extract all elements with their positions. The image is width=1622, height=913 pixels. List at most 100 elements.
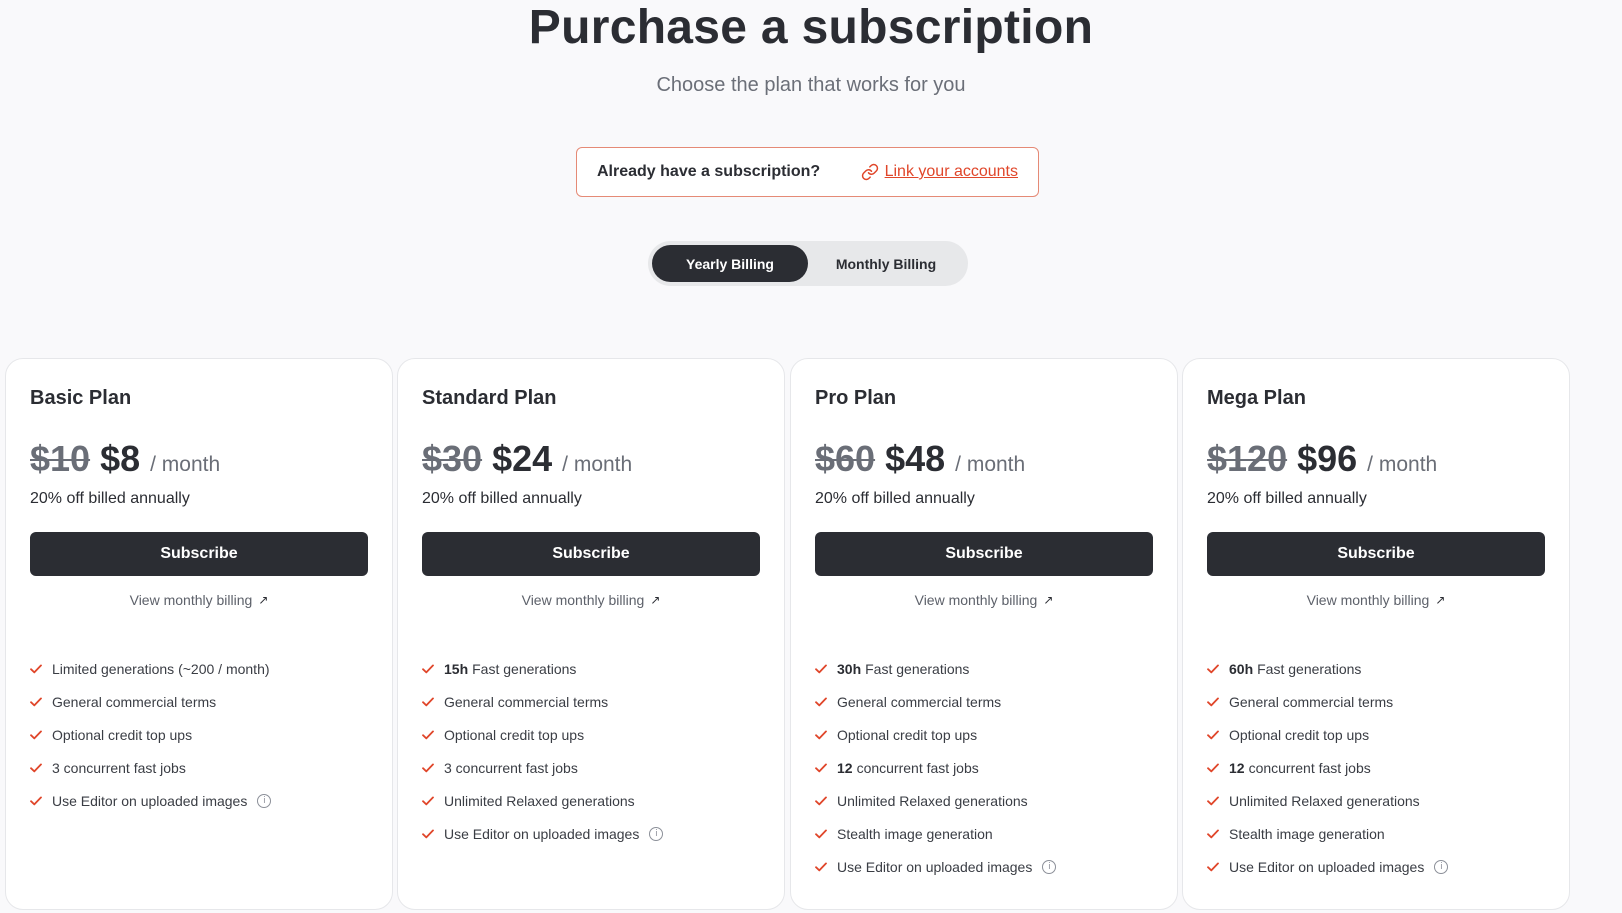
feature-highlight: 15h: [444, 660, 469, 677]
view-monthly-billing-link[interactable]: View monthly billing ↗: [30, 592, 368, 608]
check-icon: [30, 664, 42, 673]
feature-item: General commercial terms: [1207, 685, 1545, 718]
link-accounts-banner: Already have a subscription? Link your a…: [576, 147, 1039, 197]
feature-text: Use Editor on uploaded images: [52, 792, 248, 809]
view-monthly-billing-label: View monthly billing: [521, 592, 645, 608]
feature-item: 12 concurrent fast jobs: [815, 751, 1153, 784]
feature-item: General commercial terms: [30, 685, 368, 718]
feature-text: Use Editor on uploaded images: [837, 858, 1033, 875]
feature-highlight: 60h: [1229, 660, 1254, 677]
feature-item: 3 concurrent fast jobs: [30, 751, 368, 784]
monthly-billing-tab[interactable]: Monthly Billing: [808, 245, 964, 282]
check-icon: [1207, 862, 1219, 871]
yearly-billing-tab[interactable]: Yearly Billing: [652, 245, 808, 282]
check-icon: [1207, 664, 1219, 673]
check-icon: [422, 796, 434, 805]
view-monthly-billing-link[interactable]: View monthly billing ↗: [1207, 592, 1545, 608]
link-icon: [861, 163, 878, 181]
discounted-price: $48: [885, 438, 946, 479]
check-icon: [30, 730, 42, 739]
feature-list: 15h Fast generations General commercial …: [422, 652, 760, 850]
feature-text: 3 concurrent fast jobs: [444, 759, 578, 776]
feature-item: Unlimited Relaxed generations: [815, 784, 1153, 817]
info-icon[interactable]: i: [1434, 859, 1449, 874]
feature-list: Limited generations (~200 / month) Gener…: [30, 652, 368, 817]
original-price: $30: [422, 438, 483, 479]
plan-name: Mega Plan: [1207, 387, 1306, 409]
feature-text: concurrent fast jobs: [856, 759, 979, 776]
feature-item: Unlimited Relaxed generations: [1207, 784, 1545, 817]
page-subtitle: Choose the plan that works for you: [656, 74, 966, 96]
feature-text: 3 concurrent fast jobs: [52, 759, 186, 776]
standard-plan-card: Standard Plan $30 $24 / month 20% off bi…: [397, 358, 785, 910]
subscribe-button[interactable]: Subscribe: [1207, 532, 1545, 576]
arrow-up-right-icon: ↗: [258, 593, 269, 607]
feature-text: Fast generations: [472, 660, 577, 677]
feature-text: Unlimited Relaxed generations: [444, 792, 635, 809]
feature-list: 30h Fast generations General commercial …: [815, 652, 1153, 883]
original-price: $10: [30, 438, 91, 479]
feature-text: Optional credit top ups: [1229, 726, 1370, 743]
feature-item: Use Editor on uploaded images i: [1207, 850, 1545, 883]
feature-text: General commercial terms: [837, 693, 1002, 710]
discount-note: 20% off billed annually: [422, 490, 582, 507]
subscribe-button[interactable]: Subscribe: [422, 532, 760, 576]
check-icon: [815, 796, 827, 805]
feature-item: 60h Fast generations: [1207, 652, 1545, 685]
discount-note: 20% off billed annually: [815, 490, 975, 507]
feature-text: Use Editor on uploaded images: [444, 825, 640, 842]
check-icon: [30, 763, 42, 772]
original-price: $60: [815, 438, 876, 479]
info-icon[interactable]: i: [1042, 859, 1057, 874]
feature-text: Unlimited Relaxed generations: [1229, 792, 1420, 809]
pro-plan-card: Pro Plan $60 $48 / month 20% off billed …: [790, 358, 1178, 910]
arrow-up-right-icon: ↗: [1435, 593, 1446, 607]
price-period: / month: [955, 453, 1026, 476]
check-icon: [1207, 763, 1219, 772]
basic-plan-card: Basic Plan $10 $8 / month 20% off billed…: [5, 358, 393, 910]
check-icon: [815, 829, 827, 838]
view-monthly-billing-label: View monthly billing: [129, 592, 253, 608]
view-monthly-billing-link[interactable]: View monthly billing ↗: [815, 592, 1153, 608]
feature-text: Fast generations: [1257, 660, 1362, 677]
check-icon: [815, 664, 827, 673]
check-icon: [30, 796, 42, 805]
check-icon: [1207, 730, 1219, 739]
arrow-up-right-icon: ↗: [650, 593, 661, 607]
feature-item: Use Editor on uploaded images i: [30, 784, 368, 817]
feature-item: Optional credit top ups: [30, 718, 368, 751]
feature-item: Use Editor on uploaded images i: [815, 850, 1153, 883]
price-period: / month: [562, 453, 633, 476]
feature-highlight: 12: [1229, 759, 1245, 776]
view-monthly-billing-link[interactable]: View monthly billing ↗: [422, 592, 760, 608]
link-accounts-link[interactable]: Link your accounts: [861, 163, 1018, 181]
check-icon: [1207, 697, 1219, 706]
link-accounts-label: Link your accounts: [884, 163, 1018, 180]
feature-item: 15h Fast generations: [422, 652, 760, 685]
feature-item: Limited generations (~200 / month): [30, 652, 368, 685]
info-icon[interactable]: i: [649, 826, 664, 841]
check-icon: [815, 730, 827, 739]
check-icon: [422, 829, 434, 838]
info-icon[interactable]: i: [257, 793, 272, 808]
feature-text: Unlimited Relaxed generations: [837, 792, 1028, 809]
feature-text: Use Editor on uploaded images: [1229, 858, 1425, 875]
feature-highlight: 30h: [837, 660, 862, 677]
feature-text: Optional credit top ups: [837, 726, 978, 743]
price-row: $120 $96 / month: [1207, 438, 1545, 480]
subscribe-button[interactable]: Subscribe: [815, 532, 1153, 576]
check-icon: [815, 763, 827, 772]
view-monthly-billing-label: View monthly billing: [1306, 592, 1430, 608]
subscribe-button[interactable]: Subscribe: [30, 532, 368, 576]
feature-item: 3 concurrent fast jobs: [422, 751, 760, 784]
feature-item: Optional credit top ups: [815, 718, 1153, 751]
feature-item: Unlimited Relaxed generations: [422, 784, 760, 817]
price-row: $30 $24 / month: [422, 438, 760, 480]
feature-item: Stealth image generation: [815, 817, 1153, 850]
feature-item: 12 concurrent fast jobs: [1207, 751, 1545, 784]
arrow-up-right-icon: ↗: [1043, 593, 1054, 607]
check-icon: [1207, 796, 1219, 805]
check-icon: [30, 697, 42, 706]
original-price: $120: [1207, 438, 1288, 479]
feature-text: General commercial terms: [444, 693, 609, 710]
